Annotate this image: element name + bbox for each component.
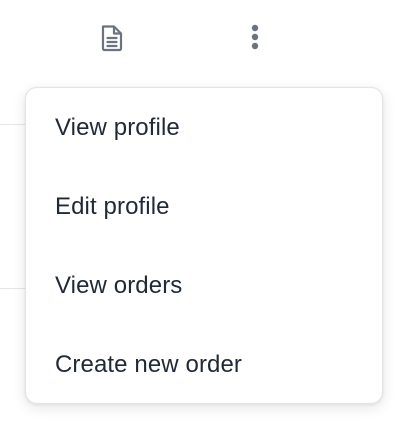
document-button[interactable] <box>90 16 134 60</box>
menu-item-edit-profile[interactable]: Edit profile <box>26 167 382 246</box>
dropdown-menu: View profile Edit profile View orders Cr… <box>25 87 383 404</box>
more-vertical-icon <box>249 23 261 53</box>
menu-item-view-profile[interactable]: View profile <box>26 88 382 167</box>
menu-item-view-orders[interactable]: View orders <box>26 246 382 325</box>
document-icon <box>99 23 125 53</box>
screen: View profile Edit profile View orders Cr… <box>0 0 412 430</box>
menu-item-create-new-order[interactable]: Create new order <box>26 325 382 403</box>
more-options-button[interactable] <box>233 16 277 60</box>
